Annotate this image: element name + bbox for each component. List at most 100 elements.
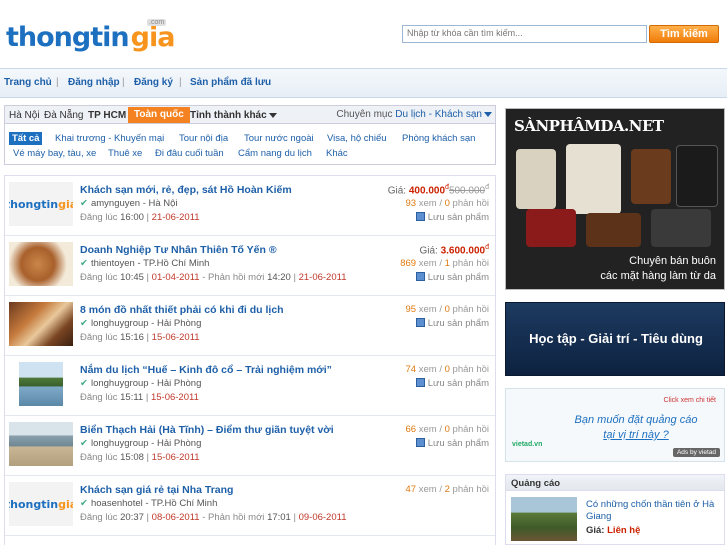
tab-danang[interactable]: Đà Nẵng [44, 110, 83, 121]
list-item: Doanh Nghiệp Tư Nhân Thiên Tố Yến ® ✔ thi… [5, 236, 495, 296]
thumb-logo-part2: gia [58, 497, 73, 511]
posted-time: 20:37 [120, 512, 144, 523]
subcat-weekend[interactable]: Đi đâu cuối tuần [155, 148, 224, 159]
save-product-link[interactable]: Lưu sản phẩm [415, 272, 489, 283]
check-icon: ✔ [80, 378, 88, 389]
bag-image [651, 209, 711, 247]
subcat-all[interactable]: Tất cả [9, 132, 43, 145]
ad2-text: Học tập - Giải trí - Tiêu dùng [529, 331, 703, 346]
replies-count: 1 [444, 258, 450, 269]
quangcao-title-line2[interactable]: Giang [586, 511, 611, 522]
check-icon: ✔ [80, 438, 88, 449]
subcat-visa[interactable]: Visa, hộ chiếu [327, 133, 387, 144]
category-selector[interactable]: Chuyên mục Du lịch - Khách sạn [336, 109, 492, 120]
quangcao-price-label: Giá: [586, 525, 605, 536]
listing-thumbnail[interactable] [9, 422, 73, 466]
listing-thumbnail[interactable] [9, 302, 73, 346]
thumb-logo-part2: gia [58, 197, 73, 211]
reply-date: 09-06-2011 [298, 512, 347, 523]
save-product-label: Lưu sản phẩm [427, 378, 489, 389]
reply-date: 21-06-2011 [298, 272, 347, 283]
listing-thumbnail[interactable]: thongtingia [9, 482, 73, 526]
bag-image [526, 209, 576, 247]
nav-saved-products[interactable]: Sản phẩm đã lưu [190, 77, 271, 88]
posted-label: Đăng lúc [80, 512, 118, 523]
subcat-hotel-room[interactable]: Phòng khách sạn [402, 133, 475, 144]
subcat-other[interactable]: Khác [326, 148, 348, 159]
listing-date: Đăng lúc 15:08 | 15-06-2011 [80, 452, 200, 463]
nav-register[interactable]: Đăng ký [134, 77, 173, 88]
study-entertainment-ad[interactable]: Học tập - Giải trí - Tiêu dùng [505, 302, 725, 376]
site-logo[interactable]: thongtin gia .com [6, 19, 175, 53]
listing-title[interactable]: Nắm du lịch “Huế – Kinh đô cổ – Trải ngh… [80, 364, 332, 376]
category-label: Chuyên mục [336, 109, 393, 120]
quangcao-box: Quảng cáo Có những chốn thần tiên ở Hà G… [505, 474, 725, 545]
search-input[interactable]: Nhập từ khóa cần tìm kiếm... [402, 25, 647, 43]
listing-seller-text: amynguyen - Hà Nội [90, 198, 178, 209]
listing-stats: 93 xem / 0 phản hồi [405, 198, 489, 209]
price-label: Giá: [387, 185, 407, 197]
category-value: Du lịch - Khách sạn [395, 109, 482, 120]
tab-toan-quoc[interactable]: Toàn quốc [128, 107, 190, 123]
search-button[interactable]: Tìm kiếm [649, 25, 719, 43]
listing-title[interactable]: 8 món đồ nhất thiết phải có khi đi du lị… [80, 304, 284, 316]
quangcao-title-line1[interactable]: Có những chốn thần tiên ở Hà [586, 499, 714, 510]
listing-title[interactable]: Doanh Nghiệp Tư Nhân Thiên Tố Yến ® [80, 244, 277, 256]
ads-by-badge[interactable]: Ads by vietad [672, 448, 720, 457]
nav-home[interactable]: Trang chủ [4, 77, 52, 88]
views-count: 93 [405, 198, 417, 209]
listing-seller: ✔ amynguyen - Hà Nội [80, 198, 178, 209]
listing-date: Đăng lúc 10:45 | 01-04-2011 - Phản hồi m… [80, 272, 347, 283]
replies-count: 0 [444, 304, 450, 315]
posted-date: 15-06-2011 [150, 392, 199, 403]
save-product-link[interactable]: Lưu sản phẩm [415, 212, 489, 223]
nav-separator: | [179, 77, 182, 88]
advertise-here-ad[interactable]: Click xem chi tiết Bạn muốn đặt quảng cá… [505, 388, 725, 462]
bag-image [586, 213, 641, 247]
listing-title[interactable]: Khách sạn giá rẻ tại Nha Trang [80, 484, 233, 496]
subcat-domestic-tour[interactable]: Tour nội địa [179, 133, 228, 144]
views-label: xem [418, 304, 437, 315]
reply-label: Phản hồi mới [208, 512, 265, 523]
tab-tphcm[interactable]: TP HCM [88, 110, 126, 121]
listing-thumbnail[interactable] [19, 362, 63, 406]
bag-image [516, 149, 556, 209]
tab-hanoi[interactable]: Hà Nội [9, 110, 40, 121]
save-product-label: Lưu sản phẩm [427, 272, 489, 283]
listing-price: Giá: 3.600.000đ [419, 244, 489, 256]
currency-symbol: đ [485, 184, 489, 191]
subcat-foreign-tour[interactable]: Tour nước ngoài [244, 133, 314, 144]
tab-other-provinces[interactable]: Tỉnh thành khác [190, 110, 277, 121]
save-product-label: Lưu sản phẩm [427, 212, 489, 223]
ad3-detail-link[interactable]: Click xem chi tiết [663, 397, 716, 404]
save-product-link[interactable]: Lưu sản phẩm [415, 318, 489, 329]
listing-stats: 869 xem / 1 phản hồi [400, 258, 489, 269]
nav-login[interactable]: Đăng nhập [68, 77, 120, 88]
subcat-guide[interactable]: Cẩm nang du lịch [238, 148, 312, 159]
price-value: 400.000 [408, 185, 446, 197]
listing-thumbnail[interactable] [9, 242, 73, 286]
save-icon [415, 272, 425, 281]
ad-brand: SÀNPHÂMDA.NET [514, 117, 664, 135]
quangcao-price-value: Liên hệ [607, 525, 641, 536]
posted-time: 15:11 [120, 392, 144, 403]
replies-count: 0 [444, 364, 450, 375]
subcat-tickets[interactable]: Vé máy bay, tàu, xe [13, 148, 96, 159]
posted-time: 15:16 [120, 332, 144, 343]
quangcao-thumbnail[interactable] [511, 497, 577, 541]
listing-seller: ✔ thientoyen - TP.Hồ Chí Minh [80, 258, 209, 269]
posted-time: 16:00 [120, 212, 144, 223]
price-value: 3.600.000 [440, 245, 486, 257]
replies-count: 0 [444, 198, 450, 209]
listing-title[interactable]: Biển Thạch Hải (Hà Tĩnh) – Điểm thư giãn… [80, 424, 334, 436]
posted-label: Đăng lúc [80, 272, 118, 283]
list-item: 8 món đồ nhất thiết phải có khi đi du lị… [5, 296, 495, 356]
subcat-car-rental[interactable]: Thuê xe [108, 148, 142, 159]
save-product-link[interactable]: Lưu sản phẩm [415, 438, 489, 449]
listing-stats: 47 xem / 2 phản hồi [405, 484, 489, 495]
listing-title[interactable]: Khách sạn mới, rẻ, đẹp, sát Hồ Hoàn Kiếm [80, 184, 292, 196]
leather-goods-ad[interactable]: SÀNPHÂMDA.NET Chuyên bán buôn các mặt hà… [505, 108, 725, 290]
listing-thumbnail[interactable]: thongtingia [9, 182, 73, 226]
save-product-link[interactable]: Lưu sản phẩm [415, 378, 489, 389]
subcat-promotion[interactable]: Khai trương - Khuyến mại [55, 133, 164, 144]
